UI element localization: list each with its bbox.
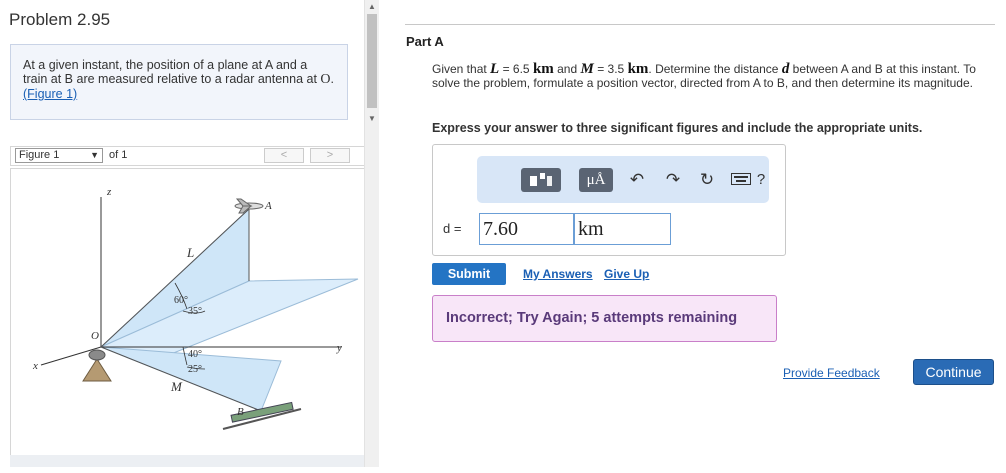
conjunction: and bbox=[557, 62, 578, 76]
label-angle-25: 25° bbox=[188, 364, 202, 375]
var-m: M bbox=[580, 61, 594, 77]
feedback-message: Incorrect; Try Again; 5 attempts remaini… bbox=[432, 295, 777, 342]
figure-toolbar: Figure 1 ▼ of 1 < > bbox=[10, 146, 365, 166]
reset-icon[interactable]: ↻ bbox=[695, 169, 719, 191]
problem-text: At a given instant, the position of a pl… bbox=[23, 58, 317, 86]
figure-area: z y x O A B L M 60° 35° 40° 25° bbox=[10, 168, 365, 467]
templates-button[interactable] bbox=[521, 168, 561, 192]
unit-m: km bbox=[627, 61, 649, 77]
label-angle-35: 35° bbox=[188, 306, 202, 317]
question-pre: Given that bbox=[432, 62, 487, 76]
help-icon[interactable]: ? bbox=[749, 169, 773, 191]
answer-instruction: Express your answer to three significant… bbox=[432, 121, 923, 135]
label-z: z bbox=[106, 186, 112, 198]
figure-select[interactable]: Figure 1 ▼ bbox=[15, 148, 103, 163]
radar-dish-icon bbox=[88, 349, 106, 361]
give-up-link[interactable]: Give Up bbox=[604, 267, 649, 281]
var-l: L bbox=[490, 61, 500, 77]
problem-statement: At a given instant, the position of a pl… bbox=[10, 44, 348, 120]
question-mid: . Determine the distance bbox=[648, 62, 779, 76]
symbols-button[interactable]: μÅ bbox=[579, 168, 613, 192]
divider bbox=[405, 24, 995, 25]
label-x: x bbox=[32, 360, 38, 372]
my-answers-link[interactable]: My Answers bbox=[523, 267, 593, 281]
value-l: = 6.5 bbox=[502, 62, 530, 76]
next-figure-button[interactable]: > bbox=[310, 148, 350, 163]
part-label: Part A bbox=[406, 34, 444, 49]
prev-figure-button[interactable]: < bbox=[264, 148, 304, 163]
redo-icon[interactable]: ↷ bbox=[661, 169, 685, 191]
chevron-down-icon: ▼ bbox=[90, 150, 99, 160]
label-angle-40: 40° bbox=[188, 349, 202, 360]
scroll-up-icon[interactable]: ▲ bbox=[368, 2, 376, 11]
submit-button[interactable]: Submit bbox=[432, 263, 506, 285]
continue-button[interactable]: Continue bbox=[913, 359, 994, 385]
scroll-thumb[interactable] bbox=[367, 14, 377, 108]
label-y: y bbox=[336, 342, 342, 354]
answer-unit-input[interactable]: km bbox=[574, 213, 671, 245]
figure-link[interactable]: (Figure 1) bbox=[23, 87, 77, 101]
label-angle-60: 60° bbox=[174, 295, 188, 306]
answer-value-input[interactable]: 7.60 bbox=[479, 213, 574, 245]
math-toolbar: μÅ ↶ ↷ ↻ ? bbox=[477, 156, 769, 203]
vertical-scrollbar[interactable]: ▲ ▼ bbox=[364, 0, 379, 467]
answer-panel: μÅ ↶ ↷ ↻ ? d = 7.60 km bbox=[432, 144, 786, 256]
scroll-down-icon[interactable]: ▼ bbox=[368, 114, 376, 123]
label-a: A bbox=[264, 200, 272, 212]
problem-title: Problem 2.95 bbox=[9, 10, 111, 29]
unit-l: km bbox=[532, 61, 554, 77]
provide-feedback-link[interactable]: Provide Feedback bbox=[783, 366, 880, 380]
point-o: O bbox=[320, 72, 331, 87]
label-b: B bbox=[237, 406, 244, 418]
label-o: O bbox=[91, 330, 99, 342]
figure-footer-bar bbox=[10, 455, 365, 467]
value-m: = 3.5 bbox=[597, 62, 625, 76]
templates-icon bbox=[530, 173, 552, 186]
figure-count: of 1 bbox=[109, 149, 128, 161]
answer-label: d = bbox=[443, 221, 462, 236]
var-d: d bbox=[781, 61, 790, 77]
radar-antenna-icon bbox=[82, 358, 112, 382]
question-text: Given that L = 6.5 km and M = 3.5 km. De… bbox=[432, 61, 992, 91]
label-l: L bbox=[186, 245, 194, 260]
label-m: M bbox=[170, 379, 183, 394]
figure-diagram: z y x O A B L M 60° 35° 40° 25° bbox=[32, 186, 359, 430]
figure-select-value: Figure 1 bbox=[19, 149, 60, 161]
undo-icon[interactable]: ↶ bbox=[625, 169, 649, 191]
